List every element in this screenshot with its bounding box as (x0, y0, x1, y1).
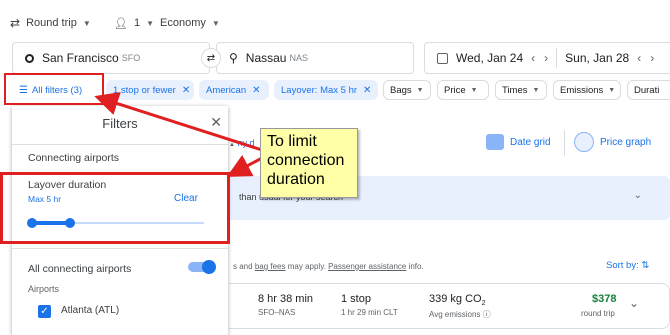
arrow-to-all-filters (94, 92, 263, 152)
arrow-to-layover (226, 154, 263, 177)
callout-line-3: duration (267, 171, 325, 188)
swap-button[interactable]: ⇄ (201, 48, 221, 68)
callout-line-1: To limit (267, 133, 317, 150)
callout-line-2: connection (267, 152, 345, 169)
flights-page: ⇄ Round trip ▼ 👤︎ 1 ▼ Economy ▼ San Fran… (0, 0, 670, 335)
annotation-callout: To limit connection duration (260, 128, 358, 198)
swap-icon: ⇄ (206, 52, 216, 64)
